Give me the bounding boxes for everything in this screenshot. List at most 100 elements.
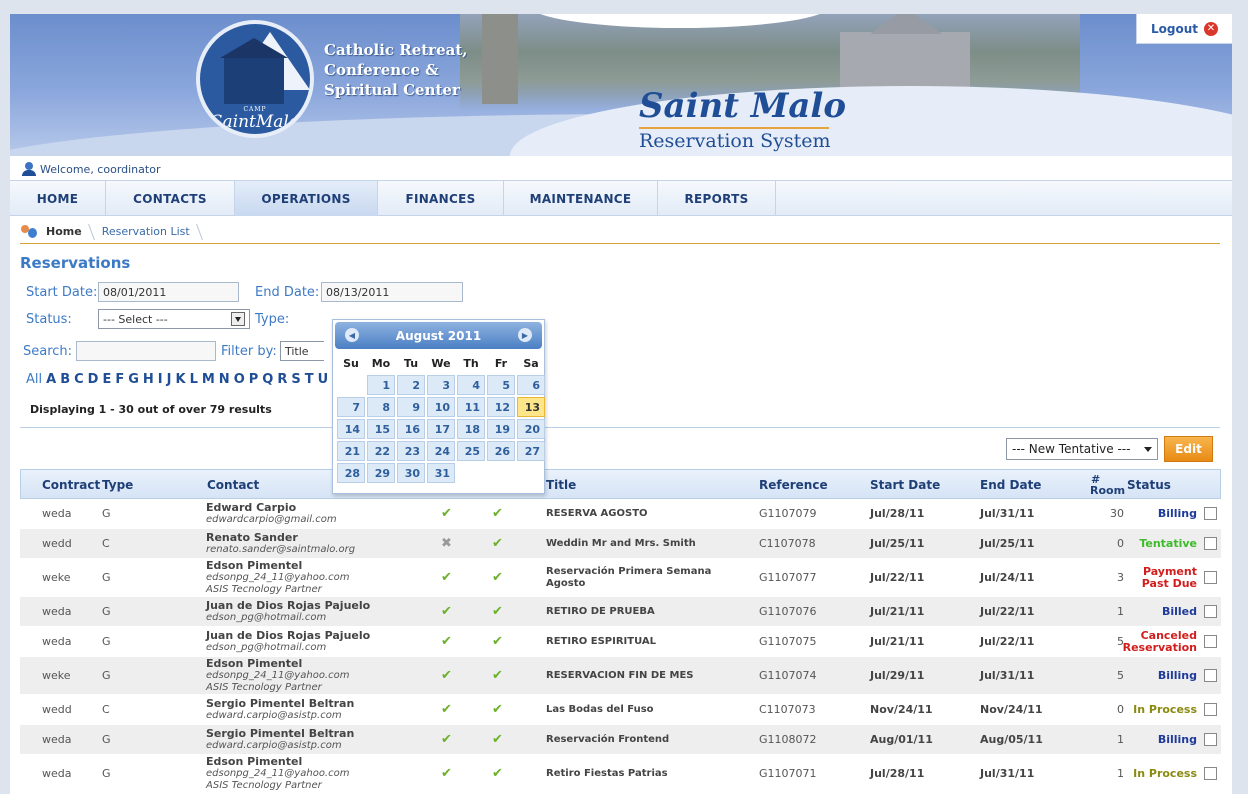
letter-c[interactable]: C <box>74 372 84 387</box>
calendar-day[interactable]: 8 <box>367 397 395 417</box>
letter-n[interactable]: N <box>219 372 230 387</box>
col-end-date[interactable]: End Date <box>980 470 1041 500</box>
letter-t[interactable]: T <box>305 372 314 387</box>
status-select[interactable]: --- Select --- <box>98 309 250 329</box>
new-tentative-select[interactable]: --- New Tentative --- <box>1006 438 1158 460</box>
title-text: Weddin Mr and Mrs. Smith <box>546 537 696 549</box>
letter-s[interactable]: S <box>291 372 300 387</box>
col-contract[interactable]: Contract <box>42 470 100 500</box>
calendar-day[interactable]: 7 <box>337 397 365 417</box>
table-row[interactable]: weda G Edson Pimentel edsonpg_24_11@yahoo.c… <box>20 755 1221 793</box>
calendar-day[interactable]: 22 <box>367 441 395 461</box>
table-row[interactable]: weke G Edson Pimentel edsonpg_24_11@yahoo.c… <box>20 657 1221 695</box>
nav-finances[interactable]: FINANCES <box>378 181 504 216</box>
letter-q[interactable]: Q <box>262 372 273 387</box>
calendar-day[interactable]: 6 <box>517 375 545 395</box>
calendar-day[interactable]: 20 <box>517 419 545 439</box>
calendar-day[interactable]: 23 <box>397 441 425 461</box>
nav-home[interactable]: HOME <box>10 181 106 216</box>
calendar-day[interactable]: 30 <box>397 463 425 483</box>
col-contact[interactable]: Contact <box>207 470 259 500</box>
row-checkbox[interactable] <box>1204 570 1217 584</box>
calendar-day[interactable]: 28 <box>337 463 365 483</box>
letter-g[interactable]: G <box>128 372 139 387</box>
letter-o[interactable]: O <box>234 372 245 387</box>
calendar-day[interactable]: 4 <box>457 375 485 395</box>
row-checkbox[interactable] <box>1204 634 1217 648</box>
start-date-input[interactable]: 08/01/2011 <box>98 282 239 302</box>
user-icon <box>22 162 36 176</box>
table-row[interactable]: weda G Juan de Dios Rojas Pajuelo edson_pg@… <box>20 597 1221 627</box>
letter-k[interactable]: K <box>175 372 185 387</box>
search-input[interactable] <box>76 341 216 361</box>
table-row[interactable]: weda G Sergio Pimentel Beltran edward.carpi… <box>20 725 1221 755</box>
letter-h[interactable]: H <box>143 372 154 387</box>
row-checkbox[interactable] <box>1204 536 1217 550</box>
table-row[interactable]: wedd C Renato Sander renato.sander@saintmal… <box>20 529 1221 559</box>
letter-r[interactable]: R <box>277 372 287 387</box>
calendar-day[interactable]: 9 <box>397 397 425 417</box>
calendar-day-today[interactable]: 13 <box>517 397 545 417</box>
breadcrumb-reservation-list[interactable]: Reservation List <box>92 222 200 242</box>
calendar-day[interactable]: 31 <box>427 463 455 483</box>
calendar-day[interactable]: 29 <box>367 463 395 483</box>
next-month-icon[interactable]: ▶ <box>518 328 532 342</box>
calendar-day[interactable]: 1 <box>367 375 395 395</box>
letter-f[interactable]: F <box>115 372 124 387</box>
breadcrumb-home[interactable]: Home <box>44 222 92 242</box>
table-row[interactable]: weda G Edward Carpio edwardcarpio@gmail.com… <box>20 499 1221 529</box>
calendar-day[interactable]: 3 <box>427 375 455 395</box>
row-checkbox[interactable] <box>1204 668 1217 682</box>
letter-l[interactable]: L <box>190 372 198 387</box>
edit-button[interactable]: Edit <box>1164 436 1213 462</box>
nav-reports[interactable]: REPORTS <box>658 181 776 216</box>
logout-button[interactable]: Logout ✕ <box>1136 14 1232 44</box>
calendar-day[interactable]: 12 <box>487 397 515 417</box>
filter-by-select[interactable]: Title <box>280 341 324 361</box>
row-checkbox[interactable] <box>1204 506 1217 520</box>
row-checkbox[interactable] <box>1204 766 1217 780</box>
nav-operations[interactable]: OPERATIONS <box>235 181 378 216</box>
calendar-day[interactable]: 14 <box>337 419 365 439</box>
row-checkbox[interactable] <box>1204 604 1217 618</box>
calendar-day[interactable]: 18 <box>457 419 485 439</box>
letter-m[interactable]: M <box>202 372 215 387</box>
row-checkbox[interactable] <box>1204 702 1217 716</box>
calendar-day[interactable]: 24 <box>427 441 455 461</box>
end-date-input[interactable]: 08/13/2011 <box>321 282 463 302</box>
letter-j[interactable]: J <box>167 372 172 387</box>
table-row[interactable]: weke G Edson Pimentel edsonpg_24_11@yahoo.c… <box>20 559 1221 597</box>
prev-month-icon[interactable]: ◀ <box>345 328 359 342</box>
letter-e[interactable]: E <box>102 372 111 387</box>
calendar-day[interactable]: 25 <box>457 441 485 461</box>
calendar-day[interactable]: 2 <box>397 375 425 395</box>
row-checkbox[interactable] <box>1204 732 1217 746</box>
calendar-day[interactable]: 19 <box>487 419 515 439</box>
col-title[interactable]: Title <box>546 470 576 500</box>
letter-d[interactable]: D <box>88 372 99 387</box>
nav-maintenance[interactable]: MAINTENANCE <box>504 181 658 216</box>
col-reference[interactable]: Reference <box>759 470 828 500</box>
letter-i[interactable]: I <box>158 372 163 387</box>
letter-u[interactable]: U <box>318 372 329 387</box>
letter-all[interactable]: All <box>26 372 42 387</box>
col-status[interactable]: Status <box>1127 470 1171 500</box>
letter-p[interactable]: P <box>249 372 259 387</box>
cell-title: RESERVA AGOSTO <box>546 499 736 528</box>
calendar-day[interactable]: 17 <box>427 419 455 439</box>
calendar-day[interactable]: 16 <box>397 419 425 439</box>
table-row[interactable]: weda G Juan de Dios Rojas Pajuelo edson_pg@… <box>20 627 1221 657</box>
letter-a[interactable]: A <box>46 372 56 387</box>
calendar-day[interactable]: 26 <box>487 441 515 461</box>
calendar-day[interactable]: 21 <box>337 441 365 461</box>
col-type[interactable]: Type <box>102 470 133 500</box>
calendar-day[interactable]: 10 <box>427 397 455 417</box>
col-start-date[interactable]: Start Date <box>870 470 940 500</box>
nav-contacts[interactable]: CONTACTS <box>106 181 235 216</box>
calendar-day[interactable]: 11 <box>457 397 485 417</box>
calendar-day[interactable]: 15 <box>367 419 395 439</box>
calendar-day[interactable]: 27 <box>517 441 545 461</box>
calendar-day[interactable]: 5 <box>487 375 515 395</box>
letter-b[interactable]: B <box>60 372 70 387</box>
table-row[interactable]: wedd C Sergio Pimentel Beltran edward.carpi… <box>20 695 1221 725</box>
